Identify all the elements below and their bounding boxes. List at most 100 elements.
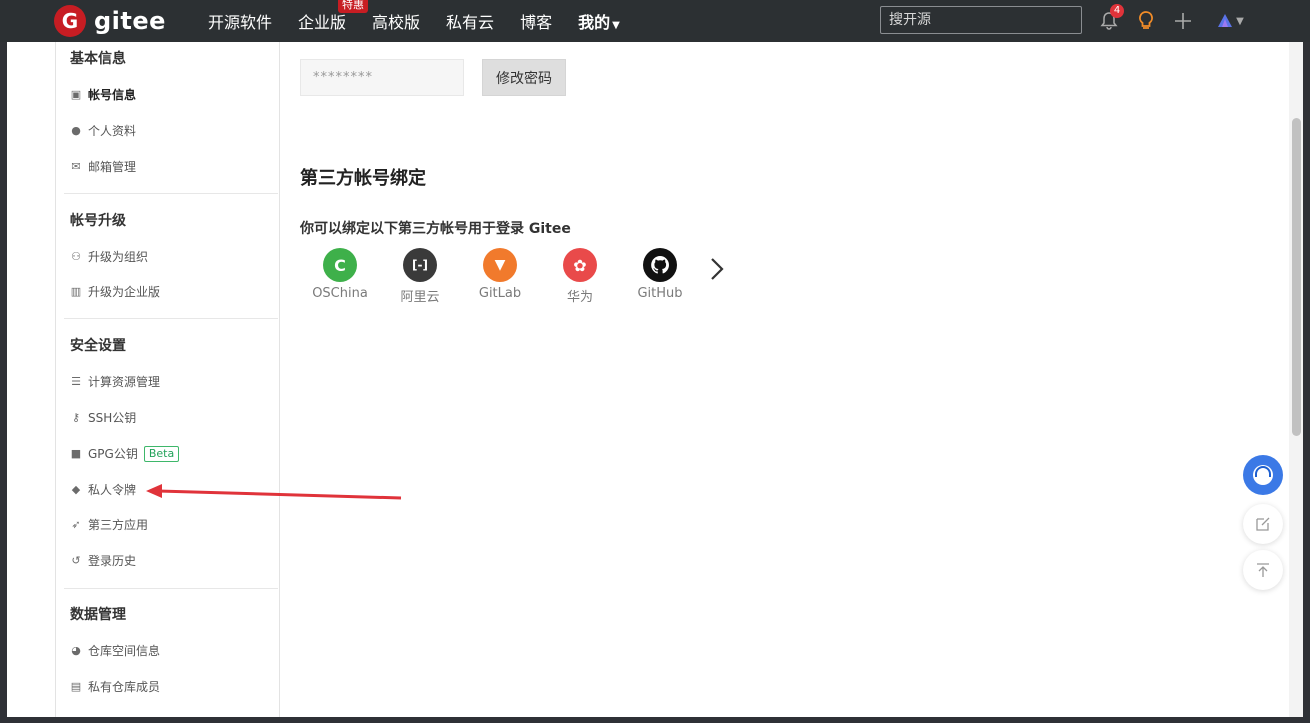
notification-count: 4 [1110, 4, 1124, 18]
gitlab-icon: ▼ [483, 248, 517, 282]
oschina-icon: C [323, 248, 357, 282]
page-content: 基本信息 ▣ 帐号信息 ● 个人资料 ✉ 邮箱管理 帐号升级 ⚇ 升级为组织 ▥ 升级为企… [7, 42, 1303, 717]
sidebar-item-label: SSH公钥 [88, 411, 137, 425]
provider-name: GitHub [637, 286, 683, 301]
support-avatar-icon [1253, 465, 1273, 485]
key-icon: ⚷ [71, 411, 81, 424]
notifications-button[interactable]: 4 [1096, 4, 1124, 34]
sidebar-item-label: 登录历史 [88, 554, 137, 568]
nav-university[interactable]: 高校版 [372, 9, 420, 33]
nav-mine-label: 我的 [578, 13, 611, 32]
huawei-icon: ✿ [563, 248, 597, 282]
sidebar-item-profile[interactable]: ● 个人资料 [70, 122, 136, 139]
caret-down-icon: ▼ [612, 20, 620, 31]
pie-chart-icon: ◕ [71, 644, 81, 657]
gitee-logo-text: gitee [94, 7, 166, 35]
scrollbar-thumb[interactable] [1292, 118, 1301, 436]
sidebar-item-label: 第三方应用 [88, 518, 149, 532]
users-icon: ⚇ [71, 250, 81, 263]
chevron-right-icon[interactable] [709, 256, 725, 289]
sidebar-item-private-tokens[interactable]: ◆ 私人令牌 [70, 481, 136, 498]
section-title-upgrade: 帐号升级 [70, 213, 126, 229]
change-password-button[interactable]: 修改密码 [482, 59, 566, 96]
sidebar-item-label: 计算资源管理 [88, 375, 161, 389]
sidebar-item-label: 仓库空间信息 [88, 644, 161, 658]
settings-sidebar: 基本信息 ▣ 帐号信息 ● 个人资料 ✉ 邮箱管理 帐号升级 ⚇ 升级为组织 ▥ 升级为企… [55, 42, 280, 717]
sidebar-item-third-party-apps[interactable]: ➶ 第三方应用 [70, 516, 148, 533]
avatar [1218, 14, 1233, 27]
nav-enterprise-label: 企业版 [298, 13, 347, 32]
top-navbar: G gitee 开源软件 企业版 特惠 高校版 私有云 博客 我的▼ 4 ▼ [0, 0, 1310, 42]
search-input[interactable] [880, 6, 1082, 34]
nav-enterprise[interactable]: 企业版 特惠 [298, 0, 369, 33]
sidebar-item-label: 帐号信息 [88, 88, 137, 102]
sidebar-item-label: 邮箱管理 [88, 160, 137, 174]
building-icon: ▥ [70, 285, 82, 298]
nav-open-source[interactable]: 开源软件 [208, 9, 272, 33]
provider-aliyun[interactable]: [-] 阿里云 [385, 248, 455, 305]
section-title-security: 安全设置 [70, 338, 126, 354]
sidebar-item-upgrade-org[interactable]: ⚇ 升级为组织 [70, 248, 148, 265]
page-scrollbar[interactable] [1289, 42, 1303, 717]
user-icon: ● [71, 124, 81, 137]
section-title-data: 数据管理 [70, 607, 126, 623]
plus-icon [1175, 13, 1191, 29]
provider-huawei[interactable]: ✿ 华为 [545, 248, 615, 305]
user-avatar-menu[interactable]: ▼ [1210, 8, 1250, 34]
provider-name: OSChina [312, 286, 368, 301]
provider-name: 华为 [566, 290, 593, 305]
nav-mine[interactable]: 我的 ▼ [578, 9, 620, 33]
nav-menu: 开源软件 企业版 特惠 高校版 私有云 博客 我的 ▼ [208, 0, 646, 42]
sidebar-item-label: 升级为企业版 [88, 285, 161, 299]
create-button[interactable] [1170, 8, 1196, 34]
lock-icon: ■ [70, 447, 82, 460]
sidebar-item-label: 个人资料 [88, 124, 137, 138]
sidebar-item-compute-resources[interactable]: ☰ 计算资源管理 [70, 373, 160, 390]
sidebar-item-ssh-keys[interactable]: ⚷ SSH公钥 [70, 409, 136, 426]
arrow-up-icon [1257, 563, 1269, 577]
back-to-top-button[interactable] [1243, 550, 1283, 590]
provider-github[interactable]: GitHub [625, 248, 695, 301]
divider [64, 193, 278, 194]
customer-service-button[interactable] [1243, 455, 1283, 495]
provider-name: GitLab [478, 286, 522, 301]
tips-button[interactable] [1133, 8, 1159, 34]
caret-down-icon: ▼ [1236, 15, 1244, 27]
section-title-basic: 基本信息 [70, 51, 126, 67]
divider [64, 588, 278, 589]
sidebar-item-label: 私人令牌 [88, 483, 137, 497]
sidebar-item-label: 私有仓库成员 [88, 680, 161, 694]
aliyun-icon: [-] [403, 248, 437, 282]
password-field[interactable]: ******** [300, 59, 464, 96]
history-icon: ↺ [71, 554, 81, 567]
nav-blog[interactable]: 博客 [520, 9, 552, 33]
sidebar-item-account-info[interactable]: ▣ 帐号信息 [70, 86, 136, 103]
token-icon: ◆ [71, 483, 81, 496]
server-icon: ☰ [71, 375, 81, 388]
sidebar-item-upgrade-enterprise[interactable]: ▥ 升级为企业版 [70, 283, 160, 300]
sidebar-item-login-history[interactable]: ↺ 登录历史 [70, 552, 136, 569]
gitee-logo[interactable]: G gitee [54, 5, 166, 37]
promo-badge: 特惠 [338, 0, 369, 13]
contact-icon: ▤ [70, 680, 82, 693]
third-party-binding-heading: 第三方帐号绑定 [300, 168, 426, 189]
provider-name: 阿里云 [400, 290, 440, 305]
sidebar-item-label: GPG公钥 [88, 447, 138, 461]
divider [64, 318, 278, 319]
rocket-icon: ➶ [71, 518, 81, 531]
feedback-button[interactable] [1243, 504, 1283, 544]
gitee-logo-icon: G [54, 5, 86, 37]
sidebar-item-repo-space[interactable]: ◕ 仓库空间信息 [70, 642, 160, 659]
edit-icon [1256, 517, 1270, 531]
beta-badge: Beta [143, 445, 180, 462]
nav-private-cloud[interactable]: 私有云 [446, 9, 494, 33]
envelope-icon: ✉ [71, 160, 81, 173]
provider-oschina[interactable]: C OSChina [305, 248, 375, 301]
sidebar-item-gpg-keys[interactable]: ■ GPG公钥 Beta [70, 445, 180, 462]
sidebar-item-label: 升级为组织 [88, 250, 149, 264]
sidebar-item-email[interactable]: ✉ 邮箱管理 [70, 158, 136, 175]
lightbulb-icon [1139, 11, 1153, 29]
github-icon [643, 248, 677, 282]
sidebar-item-private-repo-members[interactable]: ▤ 私有仓库成员 [70, 678, 160, 695]
provider-gitlab[interactable]: ▼ GitLab [465, 248, 535, 301]
